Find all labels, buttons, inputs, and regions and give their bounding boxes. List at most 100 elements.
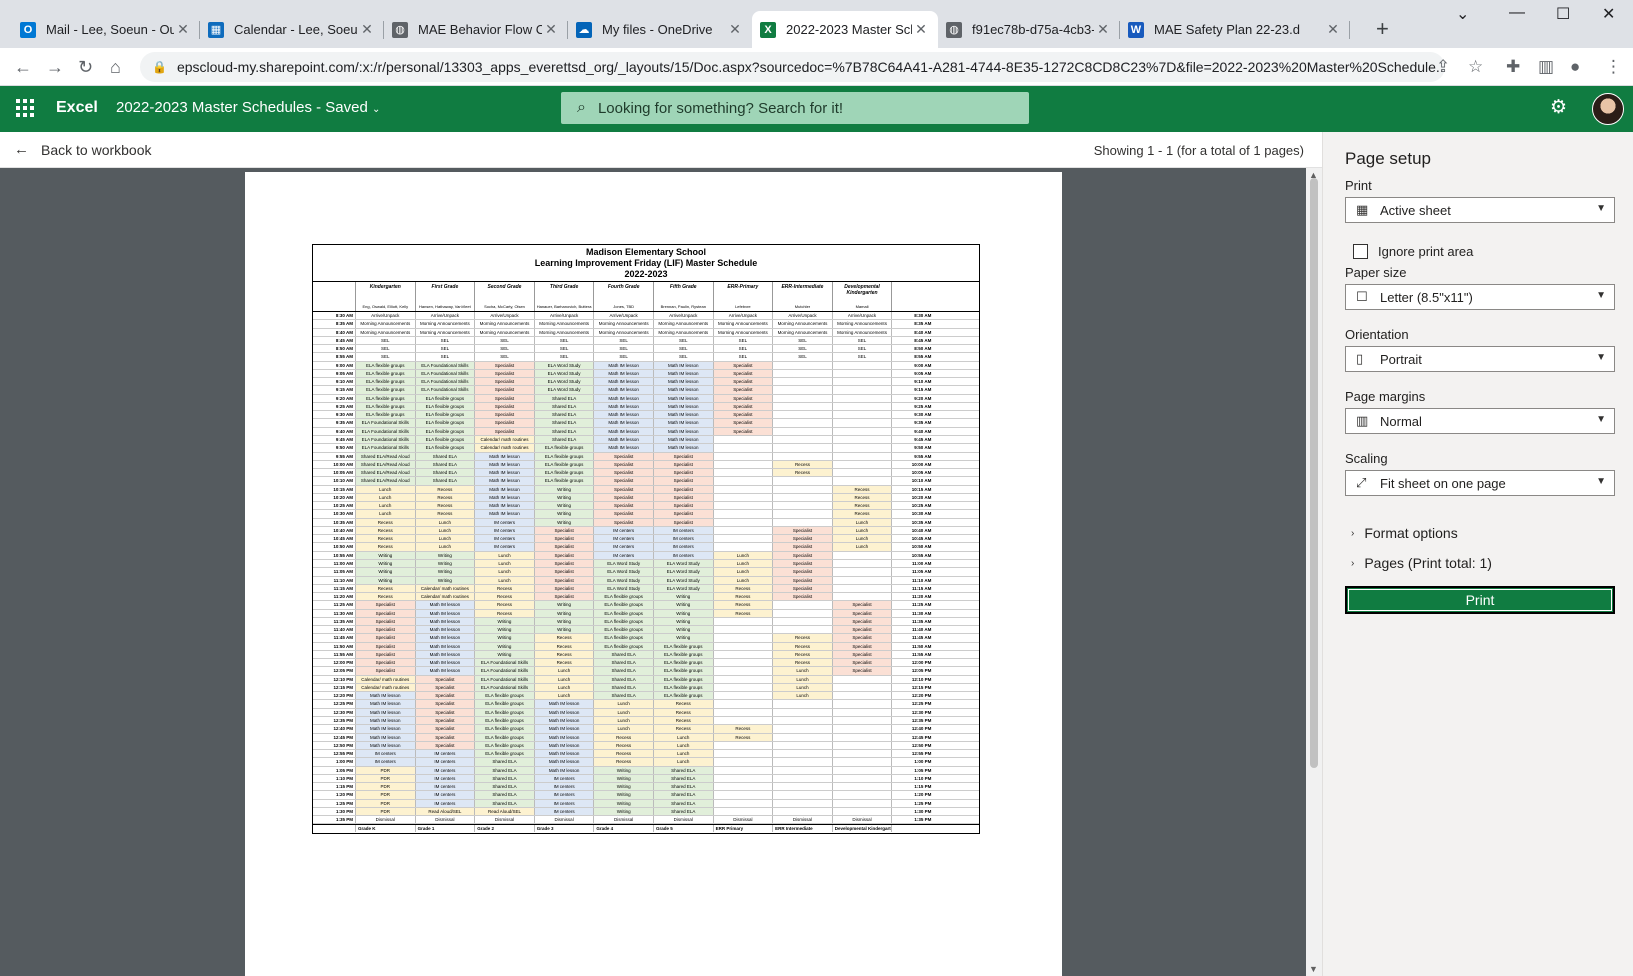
schedule-cell[interactable]: Specialist	[356, 626, 416, 634]
schedule-cell[interactable]: ELA Foundational Skills	[475, 667, 535, 675]
schedule-cell[interactable]: Specialist	[713, 427, 774, 435]
schedule-cell[interactable]: Lunch	[594, 725, 654, 733]
schedule-cell[interactable]: Morning Announcements	[356, 328, 416, 336]
time-cell[interactable]: 12:20 PM	[892, 692, 933, 699]
time-cell[interactable]: 9:55 AM	[892, 453, 933, 460]
time-cell[interactable]: 10:15 AM	[313, 485, 356, 493]
schedule-cell[interactable]	[833, 807, 893, 816]
time-cell[interactable]: 12:30 PM	[313, 708, 356, 717]
schedule-cell[interactable]: SEL	[654, 336, 714, 345]
schedule-cell[interactable]: Math IM lesson	[356, 692, 416, 700]
schedule-cell[interactable]: Specialist	[356, 667, 416, 675]
schedule-cell[interactable]: Math IM lesson	[594, 394, 654, 402]
time-cell[interactable]: 11:15 AM	[892, 585, 933, 592]
schedule-cell[interactable]: Writing	[534, 518, 595, 526]
schedule-cell[interactable]: Math IM lesson	[415, 659, 476, 667]
schedule-cell[interactable]	[773, 807, 833, 816]
schedule-cell[interactable]: Specialist	[534, 535, 595, 543]
schedule-cell[interactable]: Writing	[475, 642, 535, 650]
schedule-cell[interactable]: Recess	[713, 733, 774, 741]
schedule-cell[interactable]	[714, 667, 774, 675]
scaling-dropdown[interactable]: ⤢ Fit sheet on one page ▼	[1345, 470, 1615, 496]
schedule-cell[interactable]: SEL	[654, 353, 714, 361]
time-cell[interactable]: 9:35 AM	[313, 419, 356, 427]
schedule-cell[interactable]	[773, 402, 833, 411]
schedule-cell[interactable]	[833, 551, 893, 559]
schedule-cell[interactable]: Specialist	[832, 601, 893, 609]
schedule-cell[interactable]: Lunch	[475, 568, 535, 576]
back-to-workbook-link[interactable]: ← Back to workbook	[14, 141, 152, 158]
time-cell[interactable]: 9:25 AM	[892, 403, 933, 410]
schedule-cell[interactable]: IM centers	[475, 518, 535, 526]
schedule-cell[interactable]	[714, 543, 774, 551]
schedule-cell[interactable]	[714, 807, 774, 816]
schedule-cell[interactable]: Recess	[713, 584, 774, 593]
close-tab-icon[interactable]: ✕	[726, 21, 744, 38]
time-cell[interactable]: 11:40 AM	[313, 626, 356, 634]
time-cell[interactable]: 11:35 AM	[313, 617, 356, 626]
time-cell[interactable]: 9:00 AM	[313, 361, 356, 369]
time-cell[interactable]: 10:05 AM	[892, 469, 933, 476]
schedule-cell[interactable]	[714, 485, 774, 493]
time-cell[interactable]: 1:10 PM	[892, 775, 933, 782]
time-cell[interactable]: 1:30 PM	[313, 807, 356, 816]
schedule-cell[interactable]: Writing	[475, 650, 535, 659]
schedule-cell[interactable]: Math IM lesson	[475, 460, 535, 469]
schedule-cell[interactable]: Specialist	[594, 510, 654, 518]
schedule-cell[interactable]	[714, 642, 774, 650]
schedule-cell[interactable]: Math IM lesson	[475, 477, 535, 485]
schedule-cell[interactable]: Math IM lesson	[534, 725, 595, 733]
schedule-cell[interactable]: SEL	[416, 353, 476, 361]
schedule-cell[interactable]: IM centers	[594, 543, 654, 551]
time-cell[interactable]: 12:20 PM	[313, 692, 356, 700]
share-icon[interactable]: ⇪	[1436, 57, 1450, 77]
schedule-cell[interactable]: ELA flexible groups	[594, 634, 654, 642]
schedule-cell[interactable]	[714, 750, 774, 758]
time-cell[interactable]: 11:10 AM	[313, 576, 356, 584]
forward-arrow-icon[interactable]: →	[46, 57, 64, 78]
schedule-cell[interactable]: Recess	[773, 642, 833, 650]
schedule-cell[interactable]: Morning Announcements	[416, 320, 476, 328]
schedule-cell[interactable]	[833, 460, 893, 469]
schedule-cell[interactable]: Math IM lesson	[594, 427, 654, 435]
schedule-cell[interactable]: Recess	[415, 502, 476, 510]
schedule-cell[interactable]: Morning Announcements	[535, 320, 595, 328]
schedule-cell[interactable]: Recess	[832, 510, 893, 518]
schedule-cell[interactable]: Morning Announcements	[654, 320, 714, 328]
time-cell[interactable]: 10:25 AM	[313, 502, 356, 510]
time-cell[interactable]: 12:40 PM	[313, 725, 356, 733]
schedule-cell[interactable]: Specialist	[773, 535, 833, 543]
schedule-cell[interactable]: Recess	[356, 593, 416, 601]
time-cell[interactable]: 8:55 AM	[313, 353, 356, 361]
schedule-cell[interactable]: Writing	[594, 774, 654, 783]
schedule-cell[interactable]: Lunch	[713, 551, 774, 559]
time-cell[interactable]: 10:15 AM	[892, 486, 933, 493]
schedule-cell[interactable]: Writing	[653, 601, 714, 609]
schedule-cell[interactable]: Arrive/Unpack	[416, 312, 476, 320]
time-cell[interactable]: 1:20 PM	[892, 791, 933, 798]
schedule-cell[interactable]: SEL	[535, 345, 595, 353]
tab-search-icon[interactable]: ⌄	[1456, 4, 1469, 24]
time-cell[interactable]: 9:05 AM	[892, 370, 933, 377]
schedule-cell[interactable]	[833, 708, 893, 717]
schedule-cell[interactable]: SEL	[594, 336, 654, 345]
schedule-cell[interactable]: Recess	[356, 543, 416, 551]
time-cell[interactable]: 11:15 AM	[313, 584, 356, 593]
schedule-cell[interactable]: Recess	[832, 485, 893, 493]
schedule-cell[interactable]: Specialist	[475, 394, 535, 402]
schedule-cell[interactable]: PDR	[356, 766, 416, 774]
schedule-cell[interactable]	[714, 510, 774, 518]
schedule-cell[interactable]	[773, 452, 833, 460]
time-cell[interactable]: 9:15 AM	[892, 386, 933, 393]
schedule-cell[interactable]: Dismissal	[773, 816, 833, 824]
schedule-cell[interactable]: Math IM lesson	[594, 402, 654, 411]
schedule-cell[interactable]: Lunch	[594, 700, 654, 708]
schedule-cell[interactable]	[773, 725, 833, 733]
schedule-cell[interactable]: Recess	[773, 634, 833, 642]
schedule-cell[interactable]: Specialist	[653, 493, 714, 502]
schedule-cell[interactable]: Recess	[356, 518, 416, 526]
schedule-cell[interactable]: Specialist	[832, 667, 893, 675]
time-cell[interactable]: 11:00 AM	[313, 559, 356, 568]
time-cell[interactable]: 12:35 PM	[892, 717, 933, 724]
schedule-cell[interactable]: IM centers	[415, 750, 476, 758]
